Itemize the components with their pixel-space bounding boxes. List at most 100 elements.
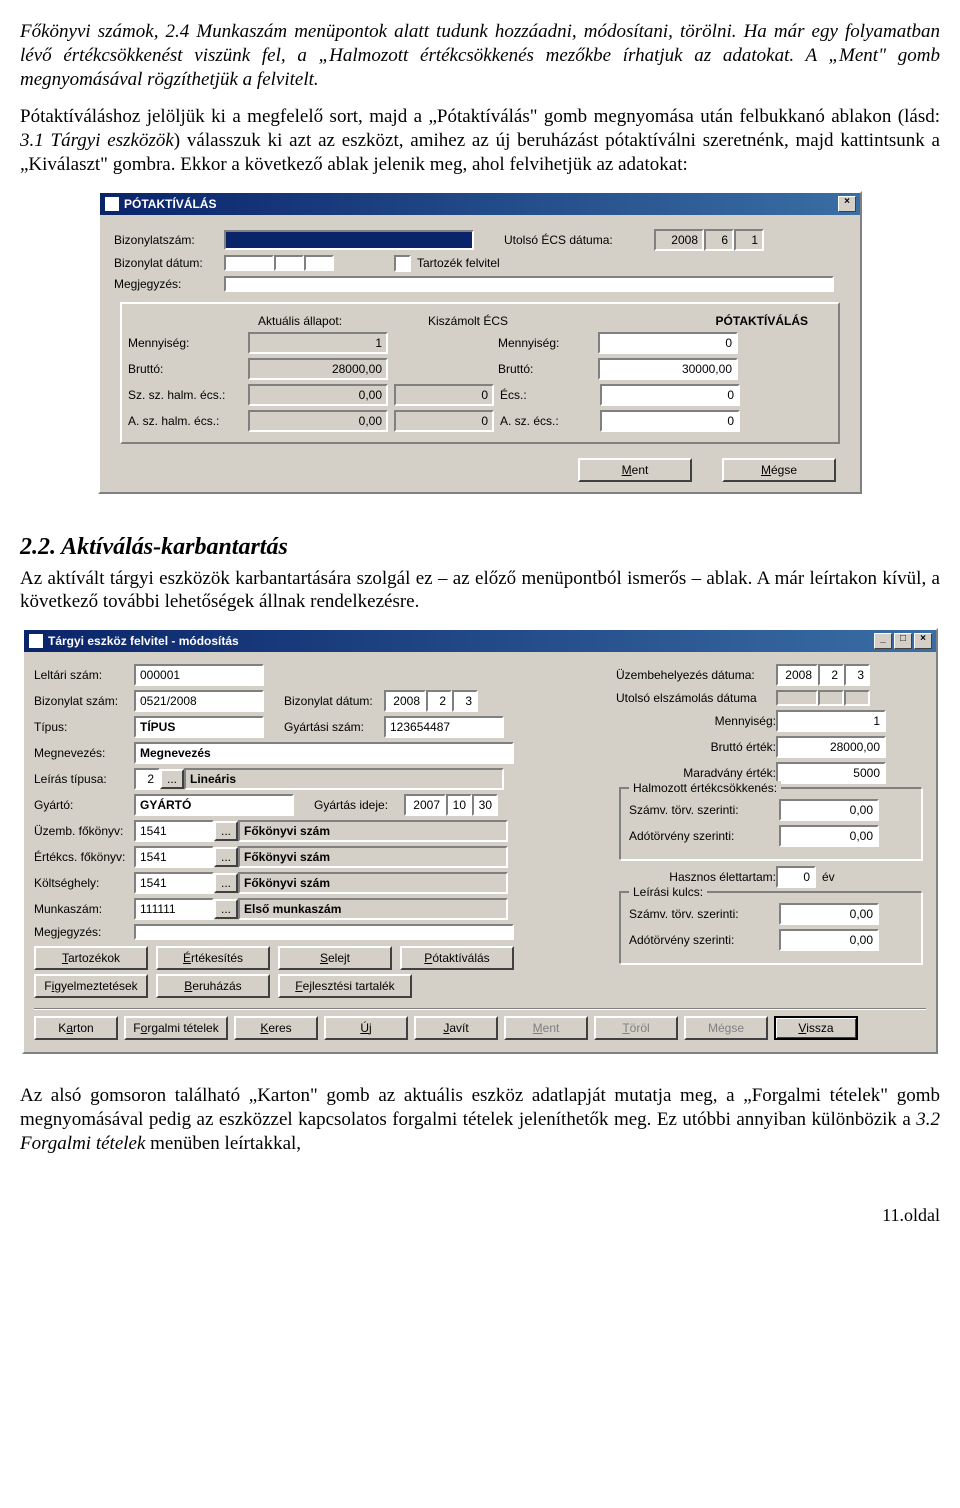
tartozek-button[interactable]: Tartozékok [34, 946, 148, 970]
munka-num[interactable]: 111111 [134, 898, 214, 920]
kulcs-ado-input[interactable]: 0,00 [779, 929, 879, 951]
close-icon[interactable]: × [914, 633, 932, 649]
ertekcs-lookup-button[interactable]: ... [214, 847, 238, 867]
megse-button-2[interactable]: Mégse [684, 1016, 768, 1040]
szhalm-aktualis: 0,00 [248, 384, 388, 406]
menny-input[interactable]: 1 [776, 710, 886, 732]
munka-lookup-button[interactable]: ... [214, 899, 238, 919]
javit-button[interactable]: Javít [414, 1016, 498, 1040]
potaktivalas-button[interactable]: Pótaktíválás [400, 946, 514, 970]
label-szhalm: Sz. sz. halm. écs.: [128, 388, 248, 402]
label-gyartsz: Gyártási szám: [284, 720, 384, 734]
label-kulcs-szamv: Számv. törv. szerinti: [629, 907, 779, 921]
bizsz-input[interactable]: 0521/2008 [134, 690, 264, 712]
label-megjegyzes: Megjegyzés: [114, 277, 224, 291]
utolels-y [776, 690, 818, 706]
megnev-input[interactable]: Megnevezés [134, 742, 514, 764]
close-icon[interactable]: × [838, 196, 856, 212]
gyart-d[interactable]: 30 [472, 794, 498, 816]
label-megnev: Megnevezés: [34, 746, 134, 760]
label-ev: év [822, 870, 835, 884]
ertekesites-button[interactable]: Értékesítés [156, 946, 270, 970]
bizdat-d[interactable]: 3 [452, 690, 478, 712]
ado-input[interactable]: 0,00 [779, 825, 879, 847]
tipus-input[interactable]: TÍPUS [134, 716, 264, 738]
torol-button[interactable]: Töröl [594, 1016, 678, 1040]
szhalm-kiszamolt: 0 [394, 384, 494, 406]
ment-button-2[interactable]: Ment [504, 1016, 588, 1040]
ahalm-kiszamolt: 0 [394, 410, 494, 432]
date-month[interactable]: 6 [704, 229, 734, 251]
para-1: Főkönyvi számok, 2.4 Munkaszám menüponto… [20, 20, 940, 91]
group-title-halm: Halmozott értékcsökkenés: [629, 781, 781, 795]
bizdat-m[interactable]: 2 [426, 690, 452, 712]
szamv-input[interactable]: 0,00 [779, 799, 879, 821]
title-bar-2: Tárgyi eszköz felvitel - módosítás _ □ × [24, 630, 936, 652]
leiras-n[interactable]: 2 [134, 768, 160, 790]
label-aktualis: Aktuális állapot: [258, 314, 428, 328]
label-brutto-2: Bruttó: [498, 362, 598, 376]
app-icon [28, 633, 44, 649]
bizdatum-d[interactable] [304, 255, 334, 271]
vissza-button[interactable]: Vissza [774, 1016, 858, 1040]
uzemb-lookup-button[interactable]: ... [214, 821, 238, 841]
tartozek-checkbox[interactable] [394, 255, 411, 272]
selejt-button[interactable]: Selejt [278, 946, 392, 970]
label-tipus: Típus: [34, 720, 134, 734]
gyart-m[interactable]: 10 [446, 794, 472, 816]
aecs-pot[interactable]: 0 [600, 410, 740, 432]
uj-button[interactable]: Új [324, 1016, 408, 1040]
gyartsz-input[interactable]: 123654487 [384, 716, 504, 738]
uzemb-num[interactable]: 1541 [134, 820, 214, 842]
label-bizonylatszam: Bizonylatszám: [114, 233, 224, 247]
haszn-input[interactable]: 0 [776, 866, 816, 888]
label-koltseg: Költséghely: [34, 876, 134, 890]
gyarto-input[interactable]: GYÁRTÓ [134, 794, 294, 816]
ecs-pot[interactable]: 0 [600, 384, 740, 406]
megj-input[interactable] [134, 924, 514, 940]
forgalmi-button[interactable]: Forgalmi tételek [124, 1016, 228, 1040]
para-2: Pótaktíváláshoz jelöljük ki a megfelelő … [20, 105, 940, 176]
date-day[interactable]: 1 [734, 229, 764, 251]
gyart-y[interactable]: 2007 [404, 794, 446, 816]
leltari-input[interactable]: 000001 [134, 664, 264, 686]
figyelmeztetesek-button[interactable]: Figyelmeztetések [34, 974, 148, 998]
megjegyzes-input[interactable] [224, 276, 834, 292]
ment-button[interactable]: Ment [578, 458, 692, 482]
brutto-pot[interactable]: 30000,00 [598, 358, 738, 380]
karton-button[interactable]: Karton [34, 1016, 118, 1040]
bizdatum-y[interactable] [224, 255, 274, 271]
maximize-icon[interactable]: □ [894, 633, 912, 649]
leiras-lookup-button[interactable]: ... [160, 769, 184, 789]
maradv-input[interactable]: 5000 [776, 762, 886, 784]
menny-pot[interactable]: 0 [598, 332, 738, 354]
app-icon [104, 196, 120, 212]
label-munka: Munkaszám: [34, 902, 134, 916]
fejlesztesi-button[interactable]: Fejlesztési tartalék [278, 974, 412, 998]
uzdat-d[interactable]: 3 [844, 664, 870, 686]
uzdat-y[interactable]: 2008 [776, 664, 818, 686]
label-gyartid: Gyártás ideje: [314, 798, 404, 812]
beruhazas-button[interactable]: Beruházás [156, 974, 270, 998]
uzdat-m[interactable]: 2 [818, 664, 844, 686]
keres-button[interactable]: Keres [234, 1016, 318, 1040]
label-szamv: Számv. törv. szerinti: [629, 803, 779, 817]
date-year[interactable]: 2008 [654, 229, 704, 251]
label-uzdat: Üzembehelyezés dátuma: [616, 668, 776, 682]
bizdatum-m[interactable] [274, 255, 304, 271]
bizonylatszam-input[interactable] [224, 230, 474, 250]
window-title: PÓTAKTÍVÁLÁS [124, 197, 216, 211]
para-4: Az alsó gomsoron található „Karton" gomb… [20, 1084, 940, 1155]
ertekcs-num[interactable]: 1541 [134, 846, 214, 868]
koltseg-num[interactable]: 1541 [134, 872, 214, 894]
megse-button[interactable]: Mégse [722, 458, 836, 482]
group-title-kulcs: Leírási kulcs: [629, 885, 707, 899]
window-potaktivalas: PÓTAKTÍVÁLÁS × Bizonylatszám: Utolsó ÉCS… [98, 191, 862, 494]
kulcs-szamv-input[interactable]: 0,00 [779, 903, 879, 925]
menny-aktualis: 1 [248, 332, 388, 354]
bizdat-y[interactable]: 2008 [384, 690, 426, 712]
koltseg-lookup-button[interactable]: ... [214, 873, 238, 893]
minimize-icon[interactable]: _ [874, 633, 892, 649]
label-tartozek: Tartozék felvitel [417, 256, 500, 270]
brutto-input[interactable]: 28000,00 [776, 736, 886, 758]
